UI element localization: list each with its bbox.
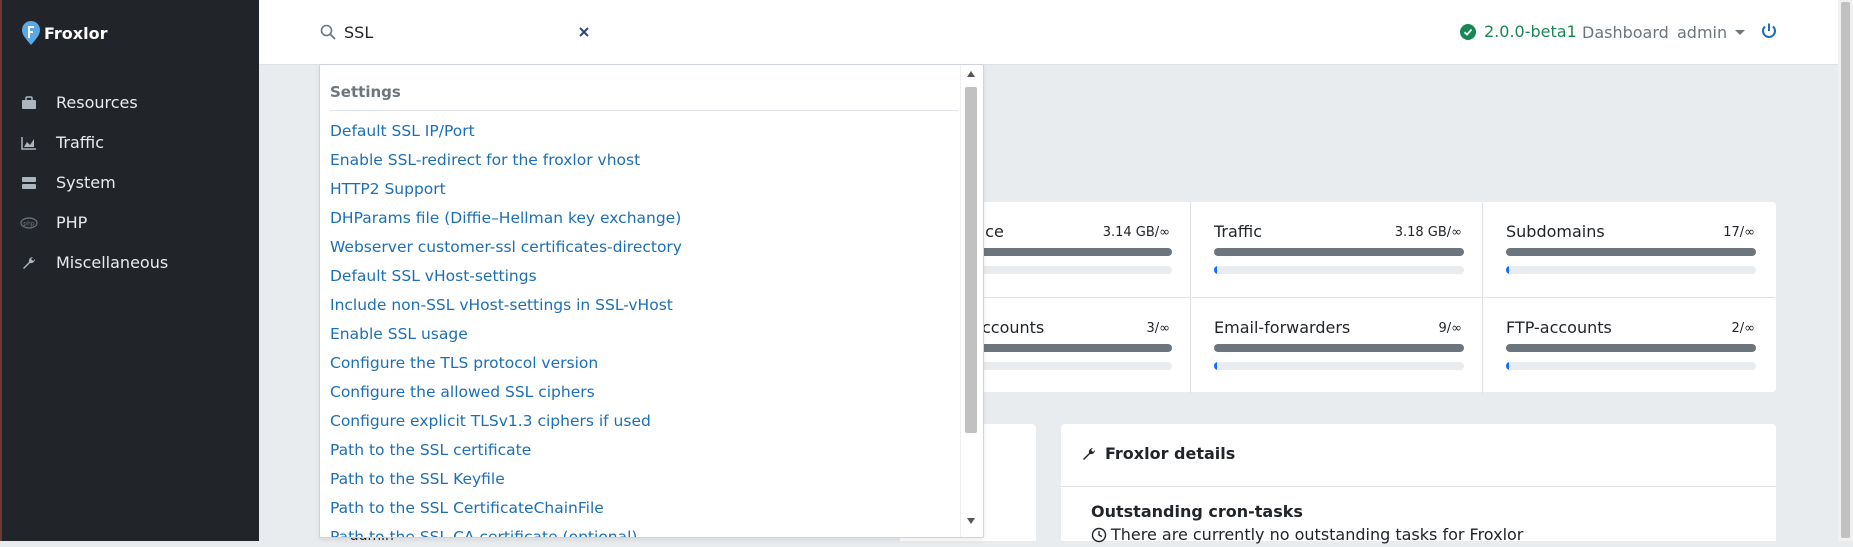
brand-name: Froxlor xyxy=(44,23,108,43)
dropdown-scrollbar[interactable] xyxy=(960,65,983,537)
clock-icon xyxy=(1091,527,1107,543)
page: Froxlor Resources Traffic System php PHP xyxy=(0,0,1853,544)
froxlor-logo-icon xyxy=(22,21,40,45)
panel-title: Froxlor details xyxy=(1105,444,1236,463)
php-icon: php xyxy=(20,214,38,232)
stat-value: 2/∞ xyxy=(1731,321,1755,336)
sidebar-item-traffic[interactable]: Traffic xyxy=(20,133,104,152)
dashboard-link[interactable]: Dashboard xyxy=(1582,23,1669,42)
results-section-title: Settings xyxy=(330,83,401,101)
search-result-item[interactable]: Path to the SSL certificate xyxy=(330,436,950,465)
svg-text:php: php xyxy=(23,220,35,227)
sidebar-item-label: Miscellaneous xyxy=(56,253,169,272)
froxlor-details-panel: Froxlor details Outstanding cron-tasks T… xyxy=(1061,424,1776,544)
stat-label: FTP-accounts xyxy=(1506,318,1612,337)
stat-label: Email-forwarders xyxy=(1214,318,1351,337)
sidebar: Froxlor Resources Traffic System php PHP xyxy=(2,0,259,541)
sidebar-item-php[interactable]: php PHP xyxy=(20,213,87,232)
server-icon xyxy=(20,174,38,192)
scrollbar-thumb[interactable] xyxy=(1841,2,1850,538)
scroll-down-arrow-icon[interactable] xyxy=(967,518,975,524)
panel-header: Froxlor details xyxy=(1061,424,1776,487)
resources-icon xyxy=(20,94,38,112)
progress-bar-percent xyxy=(1506,266,1756,274)
search-result-item[interactable]: Default SSL IP/Port xyxy=(330,117,950,146)
progress-bar-used xyxy=(1214,344,1464,352)
resource-stats-card: Webspace 3.14 GB/∞ Traffic 3.18 GB/∞ Sub… xyxy=(900,202,1776,394)
stat-subdomains: Subdomains 17/∞ xyxy=(1484,202,1775,298)
search-result-item[interactable]: Configure explicit TLSv1.3 ciphers if us… xyxy=(330,407,950,436)
progress-bar-used xyxy=(1214,248,1464,256)
version-badge[interactable]: 2.0.0-beta1 xyxy=(1460,22,1577,41)
search-results-list: Default SSL IP/Port Enable SSL-redirect … xyxy=(330,117,950,537)
search-result-item[interactable]: Path to the SSL CA certificate (optional… xyxy=(330,523,950,537)
progress-bar-percent xyxy=(1506,362,1756,370)
stat-label: Traffic xyxy=(1214,222,1263,241)
search-result-item[interactable]: Enable SSL usage xyxy=(330,320,950,349)
search-result-item[interactable]: Include non-SSL vHost-settings in SSL-vH… xyxy=(330,291,950,320)
brand-logo[interactable]: Froxlor xyxy=(20,20,107,46)
stat-value: 3.14 GB/∞ xyxy=(1102,225,1170,240)
stat-traffic: Traffic 3.18 GB/∞ xyxy=(1192,202,1483,298)
sidebar-item-resources[interactable]: Resources xyxy=(20,93,138,112)
sidebar-item-label: PHP xyxy=(56,213,88,232)
divider xyxy=(330,110,958,111)
cron-tasks-message: There are currently no outstanding tasks… xyxy=(1111,525,1524,544)
stat-ftp-accounts: FTP-accounts 2/∞ xyxy=(1484,298,1775,394)
traffic-chart-icon xyxy=(20,134,38,152)
search-result-item[interactable]: Default SSL vHost-settings xyxy=(330,262,950,291)
logout-power-icon[interactable] xyxy=(1760,22,1778,40)
sidebar-item-system[interactable]: System xyxy=(20,173,116,192)
sidebar-item-label: Resources xyxy=(56,93,138,112)
progress-bar-percent xyxy=(1214,362,1464,370)
stat-value: 17/∞ xyxy=(1723,225,1755,240)
stat-email-forwarders: Email-forwarders 9/∞ xyxy=(1192,298,1483,394)
search-result-item[interactable]: Configure the allowed SSL ciphers xyxy=(330,378,950,407)
stat-value: 3/∞ xyxy=(1146,321,1170,336)
version-text: 2.0.0-beta1 xyxy=(1484,22,1577,41)
search-result-item[interactable]: Configure the TLS protocol version xyxy=(330,349,950,378)
chevron-down-icon xyxy=(1735,30,1746,35)
stat-value: 9/∞ xyxy=(1438,321,1462,336)
wrench-icon xyxy=(1081,446,1097,462)
cron-tasks-status: There are currently no outstanding tasks… xyxy=(1091,525,1523,544)
scrollbar-thumb[interactable] xyxy=(965,87,977,433)
stat-value: 3.18 GB/∞ xyxy=(1394,225,1462,240)
user-name: admin xyxy=(1677,23,1728,42)
check-circle-icon xyxy=(1460,23,1476,40)
progress-bar-used xyxy=(1506,344,1756,352)
clear-search-icon[interactable] xyxy=(576,24,592,40)
cron-tasks-heading: Outstanding cron-tasks xyxy=(1091,502,1303,521)
scroll-up-arrow-icon[interactable] xyxy=(967,71,975,77)
search-input[interactable] xyxy=(344,20,564,44)
progress-bar-percent xyxy=(1214,266,1464,274)
search-result-item[interactable]: Enable SSL-redirect for the froxlor vhos… xyxy=(330,146,950,175)
search-result-item[interactable]: Webserver customer-ssl certificates-dire… xyxy=(330,233,950,262)
search-result-item[interactable]: Path to the SSL CertificateChainFile xyxy=(330,494,950,523)
page-scrollbar[interactable] xyxy=(1838,0,1853,541)
search-results-dropdown: Settings Default SSL IP/Port Enable SSL-… xyxy=(319,64,984,538)
user-menu-dropdown[interactable]: admin xyxy=(1677,23,1746,42)
search-result-item[interactable]: Path to the SSL Keyfile xyxy=(330,465,950,494)
sidebar-item-miscellaneous[interactable]: Miscellaneous xyxy=(20,253,168,272)
progress-bar-used xyxy=(1506,248,1756,256)
wrench-icon xyxy=(20,254,38,272)
search-result-item[interactable]: DHParams file (Diffie–Hellman key exchan… xyxy=(330,204,950,233)
search-icon xyxy=(320,24,336,40)
sidebar-item-label: System xyxy=(56,173,116,192)
search-result-item[interactable]: HTTP2 Support xyxy=(330,175,950,204)
sidebar-item-label: Traffic xyxy=(56,133,105,152)
stat-label: Subdomains xyxy=(1506,222,1605,241)
